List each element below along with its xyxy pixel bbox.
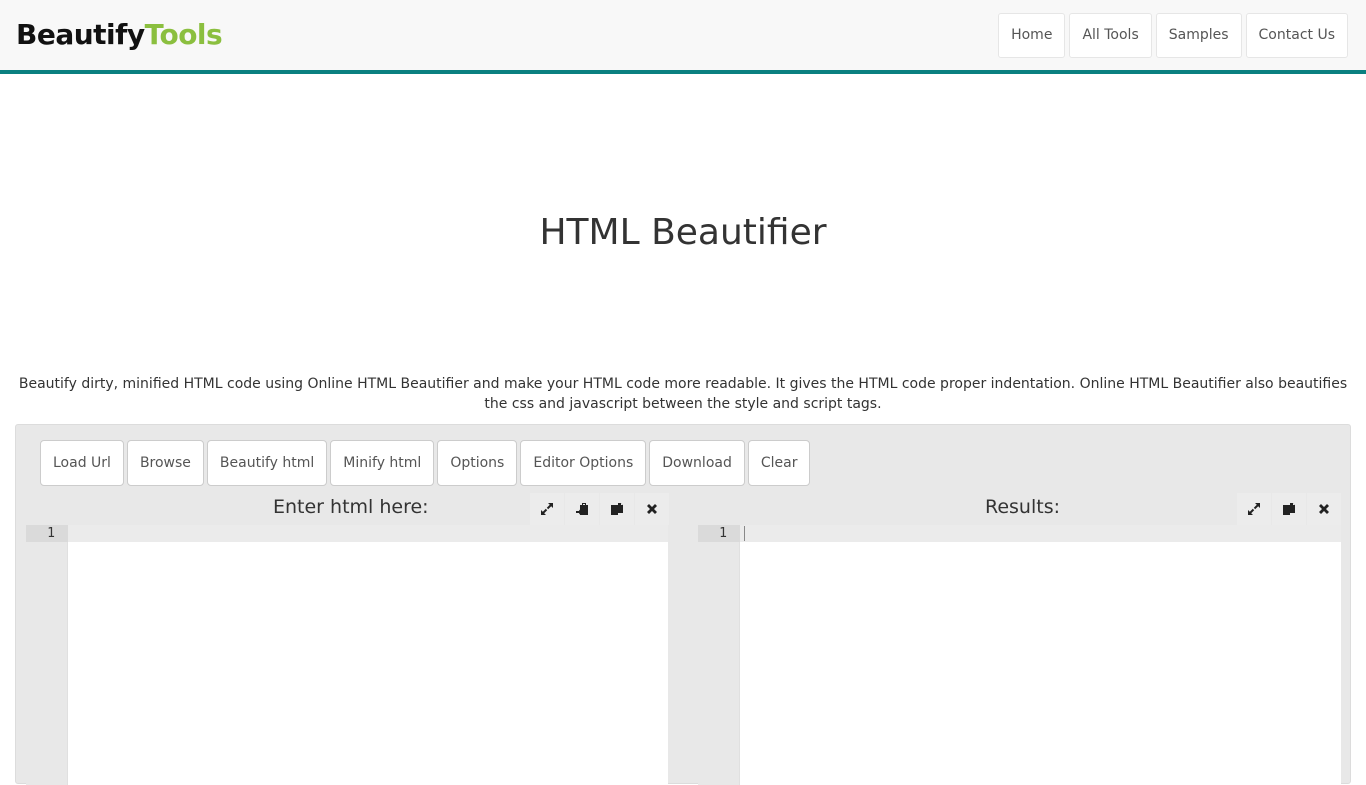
output-editor-header: Results: — [698, 489, 1341, 525]
nav-all-tools[interactable]: All Tools — [1069, 13, 1152, 58]
main-nav: Home All Tools Samples Contact Us — [998, 13, 1348, 58]
toolbar: Load Url Browse Beautify html Minify htm… — [40, 440, 811, 486]
input-line-number: 1 — [26, 525, 68, 542]
output-line-number: 1 — [698, 525, 740, 542]
logo-text-beautify: Beautify — [16, 18, 145, 51]
site-logo[interactable]: BeautifyTools — [16, 18, 223, 52]
input-copy-button[interactable] — [600, 493, 634, 525]
input-active-line — [68, 525, 668, 542]
close-icon — [1319, 504, 1329, 514]
clear-button[interactable]: Clear — [747, 440, 811, 486]
editor-options-button[interactable]: Editor Options — [520, 440, 647, 486]
logo-text-tools: Tools — [144, 18, 223, 51]
copy-icon — [611, 503, 623, 515]
input-fullscreen-button[interactable] — [530, 493, 564, 525]
input-editor[interactable]: 1 — [26, 525, 668, 785]
nav-home[interactable]: Home — [998, 13, 1066, 58]
output-copy-button[interactable] — [1272, 493, 1306, 525]
output-fullscreen-button[interactable] — [1237, 493, 1271, 525]
output-editor-label: Results: — [985, 496, 1061, 518]
input-close-button[interactable] — [635, 493, 669, 525]
beautifier-panel: Load Url Browse Beautify html Minify htm… — [15, 424, 1351, 785]
page-description: Beautify dirty, minified HTML code using… — [18, 376, 1348, 412]
paste-icon — [576, 503, 588, 515]
output-editor-actions — [1237, 493, 1341, 525]
download-button[interactable]: Download — [649, 440, 745, 486]
input-editor-label: Enter html here: — [273, 496, 429, 518]
copy-icon — [1283, 503, 1295, 515]
beautify-button[interactable]: Beautify html — [206, 440, 328, 486]
output-editor-gutter — [698, 525, 740, 785]
fullscreen-icon — [1248, 503, 1260, 515]
options-button[interactable]: Options — [437, 440, 518, 486]
input-paste-button[interactable] — [565, 493, 599, 525]
load-url-button[interactable]: Load Url — [40, 440, 124, 486]
output-close-button[interactable] — [1307, 493, 1341, 525]
nav-samples[interactable]: Samples — [1155, 13, 1242, 58]
input-editor-gutter — [26, 525, 68, 785]
input-editor-actions — [530, 493, 669, 525]
navbar: BeautifyTools Home All Tools Samples Con… — [0, 0, 1366, 74]
page-title: HTML Beautifier — [539, 212, 827, 253]
minify-button[interactable]: Minify html — [330, 440, 435, 486]
output-active-line — [740, 525, 1341, 542]
input-editor-header: Enter html here: — [26, 489, 669, 525]
text-cursor — [744, 526, 745, 541]
output-editor[interactable]: 1 — [698, 525, 1341, 785]
fullscreen-icon — [541, 503, 553, 515]
nav-contact-us[interactable]: Contact Us — [1245, 13, 1348, 58]
browse-button[interactable]: Browse — [126, 440, 204, 486]
close-icon — [647, 504, 657, 514]
